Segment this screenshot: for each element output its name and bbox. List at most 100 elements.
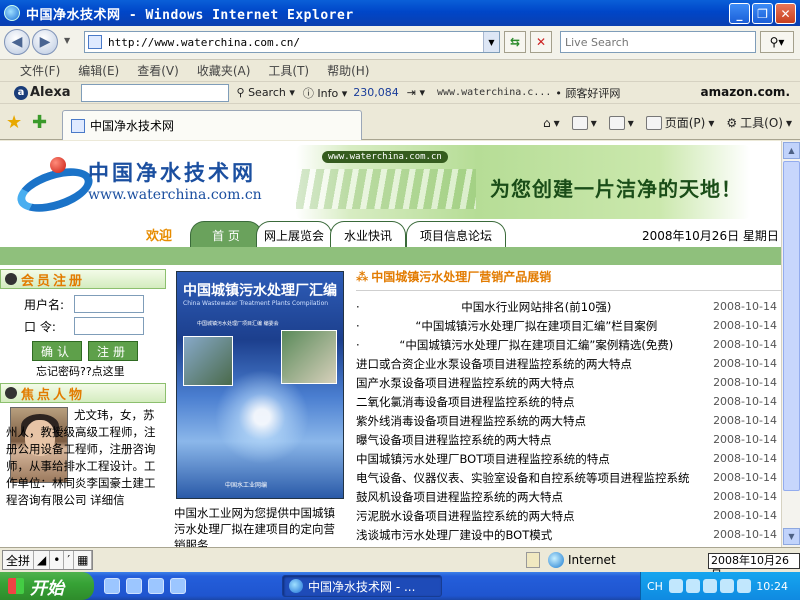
ime-width-toggle[interactable]: ◢ <box>34 551 51 569</box>
news-item[interactable]: 浅谈城市污水处理厂建设中的BOT模式 2008-10-14 <box>356 525 781 544</box>
news-title[interactable]: “中国城镇污水处理厂拟在建项目汇编”案例精选(免费) <box>399 337 673 353</box>
news-item[interactable]: 电气设备、仪器仪表、实验室设备和自控系统等项目进程监控系统 2008-10-14 <box>356 468 781 487</box>
scroll-down-arrow[interactable]: ▼ <box>783 528 800 545</box>
search-button[interactable]: ⚲ ▾ <box>760 31 794 53</box>
alexa-search-button[interactable]: ⚲ Search ▾ <box>237 86 295 99</box>
search-input[interactable] <box>560 31 756 53</box>
menu-edit[interactable]: 编辑(E) <box>78 62 119 79</box>
add-favorites-icon[interactable]: ✚ <box>32 112 47 133</box>
register-button[interactable]: 注册 <box>88 341 139 361</box>
quicklaunch-icon-1[interactable] <box>104 578 120 594</box>
language-indicator[interactable]: CH <box>647 580 663 593</box>
confirm-button[interactable]: 确认 <box>32 341 83 361</box>
quicklaunch-icon-4[interactable] <box>170 578 186 594</box>
alexa-logo[interactable]: a Alexa <box>14 85 71 100</box>
history-dropdown-icon[interactable]: ▼ <box>64 36 70 45</box>
bullet-icon: · <box>356 337 360 352</box>
menu-view[interactable]: 查看(V) <box>137 62 179 79</box>
menu-help[interactable]: 帮助(H) <box>327 62 369 79</box>
nav-online-expo[interactable]: 网上展览会 <box>256 221 332 248</box>
news-title[interactable]: 进口或合资企业水泵设备项目进程监控系统的两大特点 <box>356 356 632 372</box>
forward-button[interactable]: ▶ <box>32 29 58 55</box>
book-caption[interactable]: 中国水工业网为您提供中国城镇污水处理厂拟在建项目的定向营销服务 <box>174 505 344 547</box>
tray-icon-3[interactable] <box>702 579 717 593</box>
alexa-review-link[interactable]: • 顾客好评网 <box>555 85 620 101</box>
password-field[interactable] <box>74 317 144 335</box>
page-scrollbar[interactable]: ▲ ▼ <box>781 141 800 547</box>
news-item[interactable]: 污泥脱水设备项目进程监控系统的两大特点 2008-10-14 <box>356 506 781 525</box>
maximize-button[interactable]: ❐ <box>752 3 773 24</box>
menu-file[interactable]: 文件(F) <box>20 62 60 79</box>
tools-menu[interactable]: ⚙ 工具(O) ▾ <box>726 114 792 131</box>
address-field[interactable]: http://www.waterchina.com.cn/ ▼ <box>84 31 500 53</box>
back-button[interactable]: ◀ <box>4 29 30 55</box>
quicklaunch-icon-2[interactable] <box>126 578 142 594</box>
popup-blocker-icon[interactable] <box>526 552 540 568</box>
news-title[interactable]: 电气设备、仪器仪表、实验室设备和自控系统等项目进程监控系统 <box>356 470 690 486</box>
news-title[interactable]: 中国水行业网站排名(前10强) <box>461 299 611 315</box>
clock: 10:24 <box>756 579 788 593</box>
ime-mode[interactable]: 全拼 <box>3 551 35 569</box>
news-item[interactable]: 鼓风机设备项目进程监控系统的两大特点 2008-10-14 <box>356 487 781 506</box>
tray-icon-5[interactable] <box>736 579 751 593</box>
ime-soft-keyboard[interactable]: ′ <box>64 551 75 569</box>
site-logo[interactable]: 中国净水技术网 www.waterchina.com.cn <box>10 149 290 229</box>
forgot-password-link[interactable]: 忘记密码??点这里 <box>36 363 166 379</box>
feeds-button[interactable]: ▾ <box>571 115 597 130</box>
book-cover[interactable]: 中国城镇污水处理厂汇编 China Wastewater Treatment P… <box>176 271 344 499</box>
news-item[interactable]: 二氧化氯消毒设备项目进程监控系统的特点 2008-10-14 <box>356 392 781 411</box>
alexa-redirect-icon[interactable]: ⇥ ▾ <box>407 86 425 99</box>
news-item[interactable]: · “中国城镇污水处理厂拟在建项目汇编”栏目案例 2008-10-14 <box>356 316 781 335</box>
nav-water-news[interactable]: 水业快讯 <box>330 221 406 248</box>
minimize-button[interactable]: _ <box>729 3 750 24</box>
tray-icon-4[interactable] <box>719 579 734 593</box>
print-button[interactable]: ▾ <box>608 115 634 130</box>
news-title[interactable]: 曝气设备项目进程监控系统的两大特点 <box>356 432 552 448</box>
username-field[interactable] <box>74 295 144 313</box>
news-title[interactable]: 污泥脱水设备项目进程监控系统的两大特点 <box>356 508 575 524</box>
quicklaunch-icon-3[interactable] <box>148 578 164 594</box>
close-button[interactable]: ✕ <box>775 3 796 24</box>
menu-tools[interactable]: 工具(T) <box>268 62 309 79</box>
scroll-thumb[interactable] <box>783 161 800 491</box>
news-title[interactable]: 国产水泵设备项目进程监控系统的两大特点 <box>356 375 575 391</box>
news-item[interactable]: · 中国水行业网站排名(前10强) 2008-10-14 <box>356 297 781 316</box>
news-item[interactable]: 曝气设备项目进程监控系统的两大特点 2008-10-14 <box>356 430 781 449</box>
scroll-up-arrow[interactable]: ▲ <box>783 142 800 159</box>
news-title[interactable]: 二氧化氯消毒设备项目进程监控系统的特点 <box>356 394 575 410</box>
address-dropdown-icon[interactable]: ▼ <box>483 32 499 52</box>
home-button[interactable]: ⌂ ▾ <box>543 116 560 130</box>
nav-project-forum[interactable]: 项目信息论坛 <box>406 221 506 248</box>
stop-button[interactable]: ✕ <box>530 31 552 53</box>
news-title[interactable]: 紫外线消毒设备项目进程监控系统的两大特点 <box>356 413 586 429</box>
nav-home[interactable]: 首 页 <box>190 221 262 248</box>
favorites-star-icon[interactable]: ★ <box>6 112 22 133</box>
taskbar-task-ie[interactable]: 中国净水技术网 - ... <box>282 575 442 597</box>
tray-icons <box>668 579 751 593</box>
tray-icon-1[interactable] <box>668 579 683 593</box>
ie-icon <box>4 5 20 21</box>
alexa-search-input[interactable] <box>80 83 229 102</box>
news-item[interactable]: 中国城镇污水处理厂BOT项目进程监控系统的特点 2008-10-14 <box>356 449 781 468</box>
refresh-button[interactable]: ⇆ <box>504 31 526 53</box>
address-url[interactable]: http://www.waterchina.com.cn/ <box>108 36 300 49</box>
news-title[interactable]: 鼓风机设备项目进程监控系统的两大特点 <box>356 489 563 505</box>
news-item[interactable]: 紫外线消毒设备项目进程监控系统的两大特点 2008-10-14 <box>356 411 781 430</box>
news-item[interactable]: 国产水泵设备项目进程监控系统的两大特点 2008-10-14 <box>356 373 781 392</box>
amazon-link[interactable]: amazon.com. <box>701 85 790 99</box>
left-column: 会员注册 用户名: 口 令: 确认 注册 忘记密码??点这里 焦点人物 尤文玮，… <box>0 269 166 547</box>
nav-underline <box>0 247 781 265</box>
ime-punct-toggle[interactable]: • <box>50 551 65 569</box>
news-title[interactable]: 中国城镇污水处理厂BOT项目进程监控系统的特点 <box>356 451 610 467</box>
menu-favorites[interactable]: 收藏夹(A) <box>197 62 251 79</box>
news-title[interactable]: 浅谈城市污水处理厂建设中的BOT模式 <box>356 527 552 543</box>
page-menu[interactable]: 页面(P) ▾ <box>645 114 714 131</box>
start-button[interactable]: 开始 <box>0 572 94 600</box>
news-item[interactable]: 进口或合资企业水泵设备项目进程监控系统的两大特点 2008-10-14 <box>356 354 781 373</box>
news-item[interactable]: · “中国城镇污水处理厂拟在建项目汇编”案例精选(免费) 2008-10-14 <box>356 335 781 354</box>
alexa-info-button[interactable]: ⓘ Info ▾ <box>303 85 347 101</box>
news-title[interactable]: “中国城镇污水处理厂拟在建项目汇编”栏目案例 <box>415 318 657 334</box>
ime-menu[interactable]: ▦ <box>74 551 93 569</box>
tab-waterchina[interactable]: 中国净水技术网 <box>62 110 362 140</box>
tray-icon-2[interactable] <box>685 579 700 593</box>
